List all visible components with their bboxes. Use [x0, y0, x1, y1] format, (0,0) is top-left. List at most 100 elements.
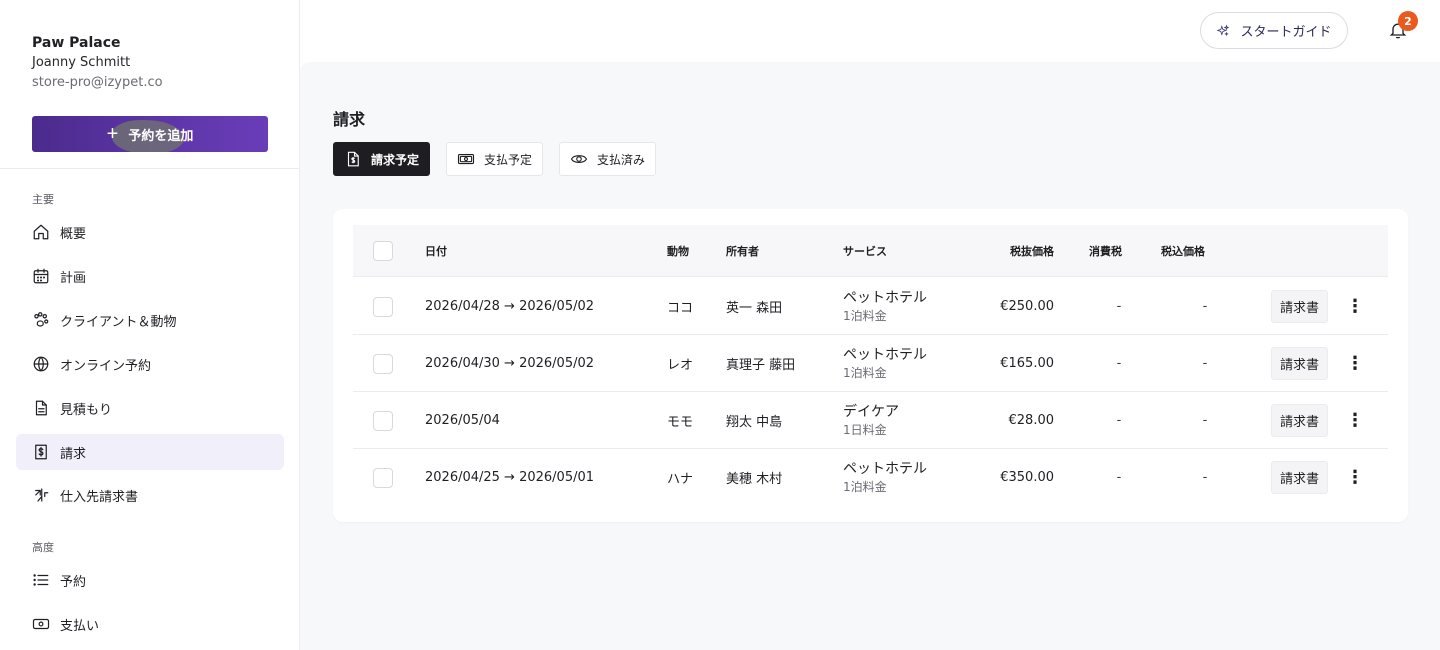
row-price-incl: -	[1202, 470, 1208, 485]
sidebar-item-label: 概要	[60, 226, 87, 242]
service-rate: 1日料金	[843, 422, 887, 437]
more-options-icon[interactable]: ⋮	[1343, 404, 1367, 437]
table-header: 日付 動物 所有者 サービス 税抜価格 消費税 税込価格	[353, 225, 1388, 277]
add-reservation-button[interactable]: + 予約を追加	[32, 116, 268, 152]
column-header-price-excl: 税抜価格	[1010, 245, 1054, 258]
row-checkbox[interactable]	[373, 468, 393, 488]
sidebar-item-supplier-invoices[interactable]: 仕入先請求書	[16, 477, 284, 513]
section-label-advanced: 高度	[32, 541, 54, 554]
row-price-excl: €250.00	[1000, 299, 1054, 314]
document-icon	[32, 399, 50, 417]
tab-label: 請求予定	[371, 152, 420, 167]
home-icon	[32, 223, 50, 241]
row-owner: 真理子 藤田	[726, 358, 796, 373]
sidebar-item-label: クライアント＆動物	[60, 314, 177, 330]
row-animal: モモ	[667, 415, 694, 430]
row-animal: ハナ	[667, 472, 694, 487]
user-name: Joanny Schmitt	[32, 55, 131, 70]
column-header-tax: 消費税	[1089, 245, 1122, 258]
sparkles-icon	[1216, 24, 1230, 36]
tab-label: 支払済み	[597, 152, 646, 167]
sidebar-item-overview[interactable]: 概要	[16, 214, 284, 250]
main-content: 請求 請求予定 支払予定 支払済み 日付 動物 所有者 サービス 税抜価格 消費…	[300, 62, 1440, 650]
calendar-icon	[32, 267, 50, 285]
row-service: ペットホテル 1泊料金	[843, 449, 927, 506]
table-row[interactable]: 2026/05/04 モモ 翔太 中島 デイケア 1日料金 €28.00 - -…	[353, 392, 1388, 449]
sidebar-item-payments[interactable]: 支払い	[16, 606, 284, 642]
column-header-service: サービス	[843, 245, 887, 258]
table-row[interactable]: 2026/04/30 → 2026/05/02 レオ 真理子 藤田 ペットホテル…	[353, 335, 1388, 392]
row-tax: -	[1116, 470, 1122, 485]
tab-paid[interactable]: 支払済み	[559, 142, 657, 176]
row-date: 2026/04/25 → 2026/05/01	[425, 470, 595, 485]
row-tax: -	[1116, 356, 1122, 371]
column-header-date: 日付	[425, 245, 447, 258]
column-header-price-incl: 税込価格	[1161, 245, 1205, 258]
sidebar-item-label: 支払い	[60, 618, 100, 634]
invoice-button[interactable]: 請求書	[1271, 404, 1328, 437]
more-options-icon[interactable]: ⋮	[1343, 290, 1367, 323]
billing-table-card: 日付 動物 所有者 サービス 税抜価格 消費税 税込価格 2026/04/28 …	[333, 209, 1408, 522]
table-row[interactable]: 2026/04/28 → 2026/05/02 ココ 英一 森田 ペットホテル …	[353, 278, 1388, 335]
row-date: 2026/04/30 → 2026/05/02	[425, 356, 595, 371]
row-price-excl: €165.00	[1000, 356, 1054, 371]
service-rate: 1泊料金	[843, 479, 887, 494]
row-tax: -	[1116, 299, 1122, 314]
money-icon	[457, 153, 475, 165]
sidebar-item-label: 計画	[60, 270, 87, 286]
tab-label: 支払予定	[484, 152, 533, 167]
tab-payment-due[interactable]: 支払予定	[446, 142, 544, 176]
sidebar-item-label: 予約	[60, 574, 87, 590]
money-icon	[32, 615, 50, 633]
globe-icon	[32, 355, 50, 373]
row-price-incl: -	[1202, 413, 1208, 428]
invoice-button[interactable]: 請求書	[1271, 461, 1328, 494]
row-price-excl: €28.00	[1008, 413, 1055, 428]
sidebar-item-online-booking[interactable]: オンライン予約	[16, 346, 284, 382]
billing-tabs: 請求予定 支払予定 支払済み	[333, 142, 657, 176]
notification-badge: 2	[1398, 11, 1418, 31]
row-animal: レオ	[667, 358, 694, 373]
dollar-document-icon	[32, 443, 50, 461]
table-row[interactable]: 2026/04/25 → 2026/05/01 ハナ 美穂 木村 ペットホテル …	[353, 449, 1388, 506]
section-label-main: 主要	[32, 193, 54, 206]
tab-to-invoice[interactable]: 請求予定	[333, 142, 431, 176]
start-guide-label: スタートガイド	[1240, 24, 1332, 39]
dollar-document-icon	[347, 151, 359, 167]
more-options-icon[interactable]: ⋮	[1343, 461, 1367, 494]
brand-block: Paw Palace Joanny Schmitt store-pro@izyp…	[32, 34, 163, 92]
user-email: store-pro@izypet.co	[32, 75, 163, 90]
row-price-incl: -	[1202, 299, 1208, 314]
sidebar-item-reservations[interactable]: 予約	[16, 562, 284, 598]
row-date: 2026/04/28 → 2026/05/02	[425, 299, 595, 314]
sidebar-item-label: 仕入先請求書	[60, 489, 139, 505]
service-name: デイケア	[843, 403, 899, 420]
sidebar-item-plan[interactable]: 計画	[16, 258, 284, 294]
service-name: ペットホテル	[843, 289, 927, 306]
sidebar: Paw Palace Joanny Schmitt store-pro@izyp…	[0, 0, 300, 650]
row-service: ペットホテル 1泊料金	[843, 335, 927, 392]
row-price-incl: -	[1202, 356, 1208, 371]
column-header-animal: 動物	[667, 245, 689, 258]
invoice-button[interactable]: 請求書	[1271, 347, 1328, 380]
more-options-icon[interactable]: ⋮	[1343, 347, 1367, 380]
page-title: 請求	[333, 110, 366, 129]
row-service: ペットホテル 1泊料金	[843, 278, 927, 335]
sidebar-item-quotes[interactable]: 見積もり	[16, 390, 284, 426]
service-rate: 1泊料金	[843, 308, 887, 323]
row-checkbox[interactable]	[373, 297, 393, 317]
row-checkbox[interactable]	[373, 411, 393, 431]
paw-icon	[32, 311, 50, 329]
start-guide-button[interactable]: スタートガイド	[1200, 12, 1348, 49]
sidebar-item-label: 請求	[60, 446, 87, 462]
invoice-button[interactable]: 請求書	[1271, 290, 1328, 323]
sidebar-item-clients-animals[interactable]: クライアント＆動物	[16, 302, 284, 338]
sidebar-item-billing[interactable]: 請求	[16, 434, 284, 470]
row-service: デイケア 1日料金	[843, 392, 899, 449]
row-owner: 英一 森田	[726, 301, 783, 316]
row-checkbox[interactable]	[373, 354, 393, 374]
select-all-checkbox[interactable]	[373, 241, 393, 261]
plus-icon: +	[106, 123, 119, 145]
service-name: ペットホテル	[843, 460, 927, 477]
top-bar: スタートガイド 2	[300, 0, 1440, 62]
